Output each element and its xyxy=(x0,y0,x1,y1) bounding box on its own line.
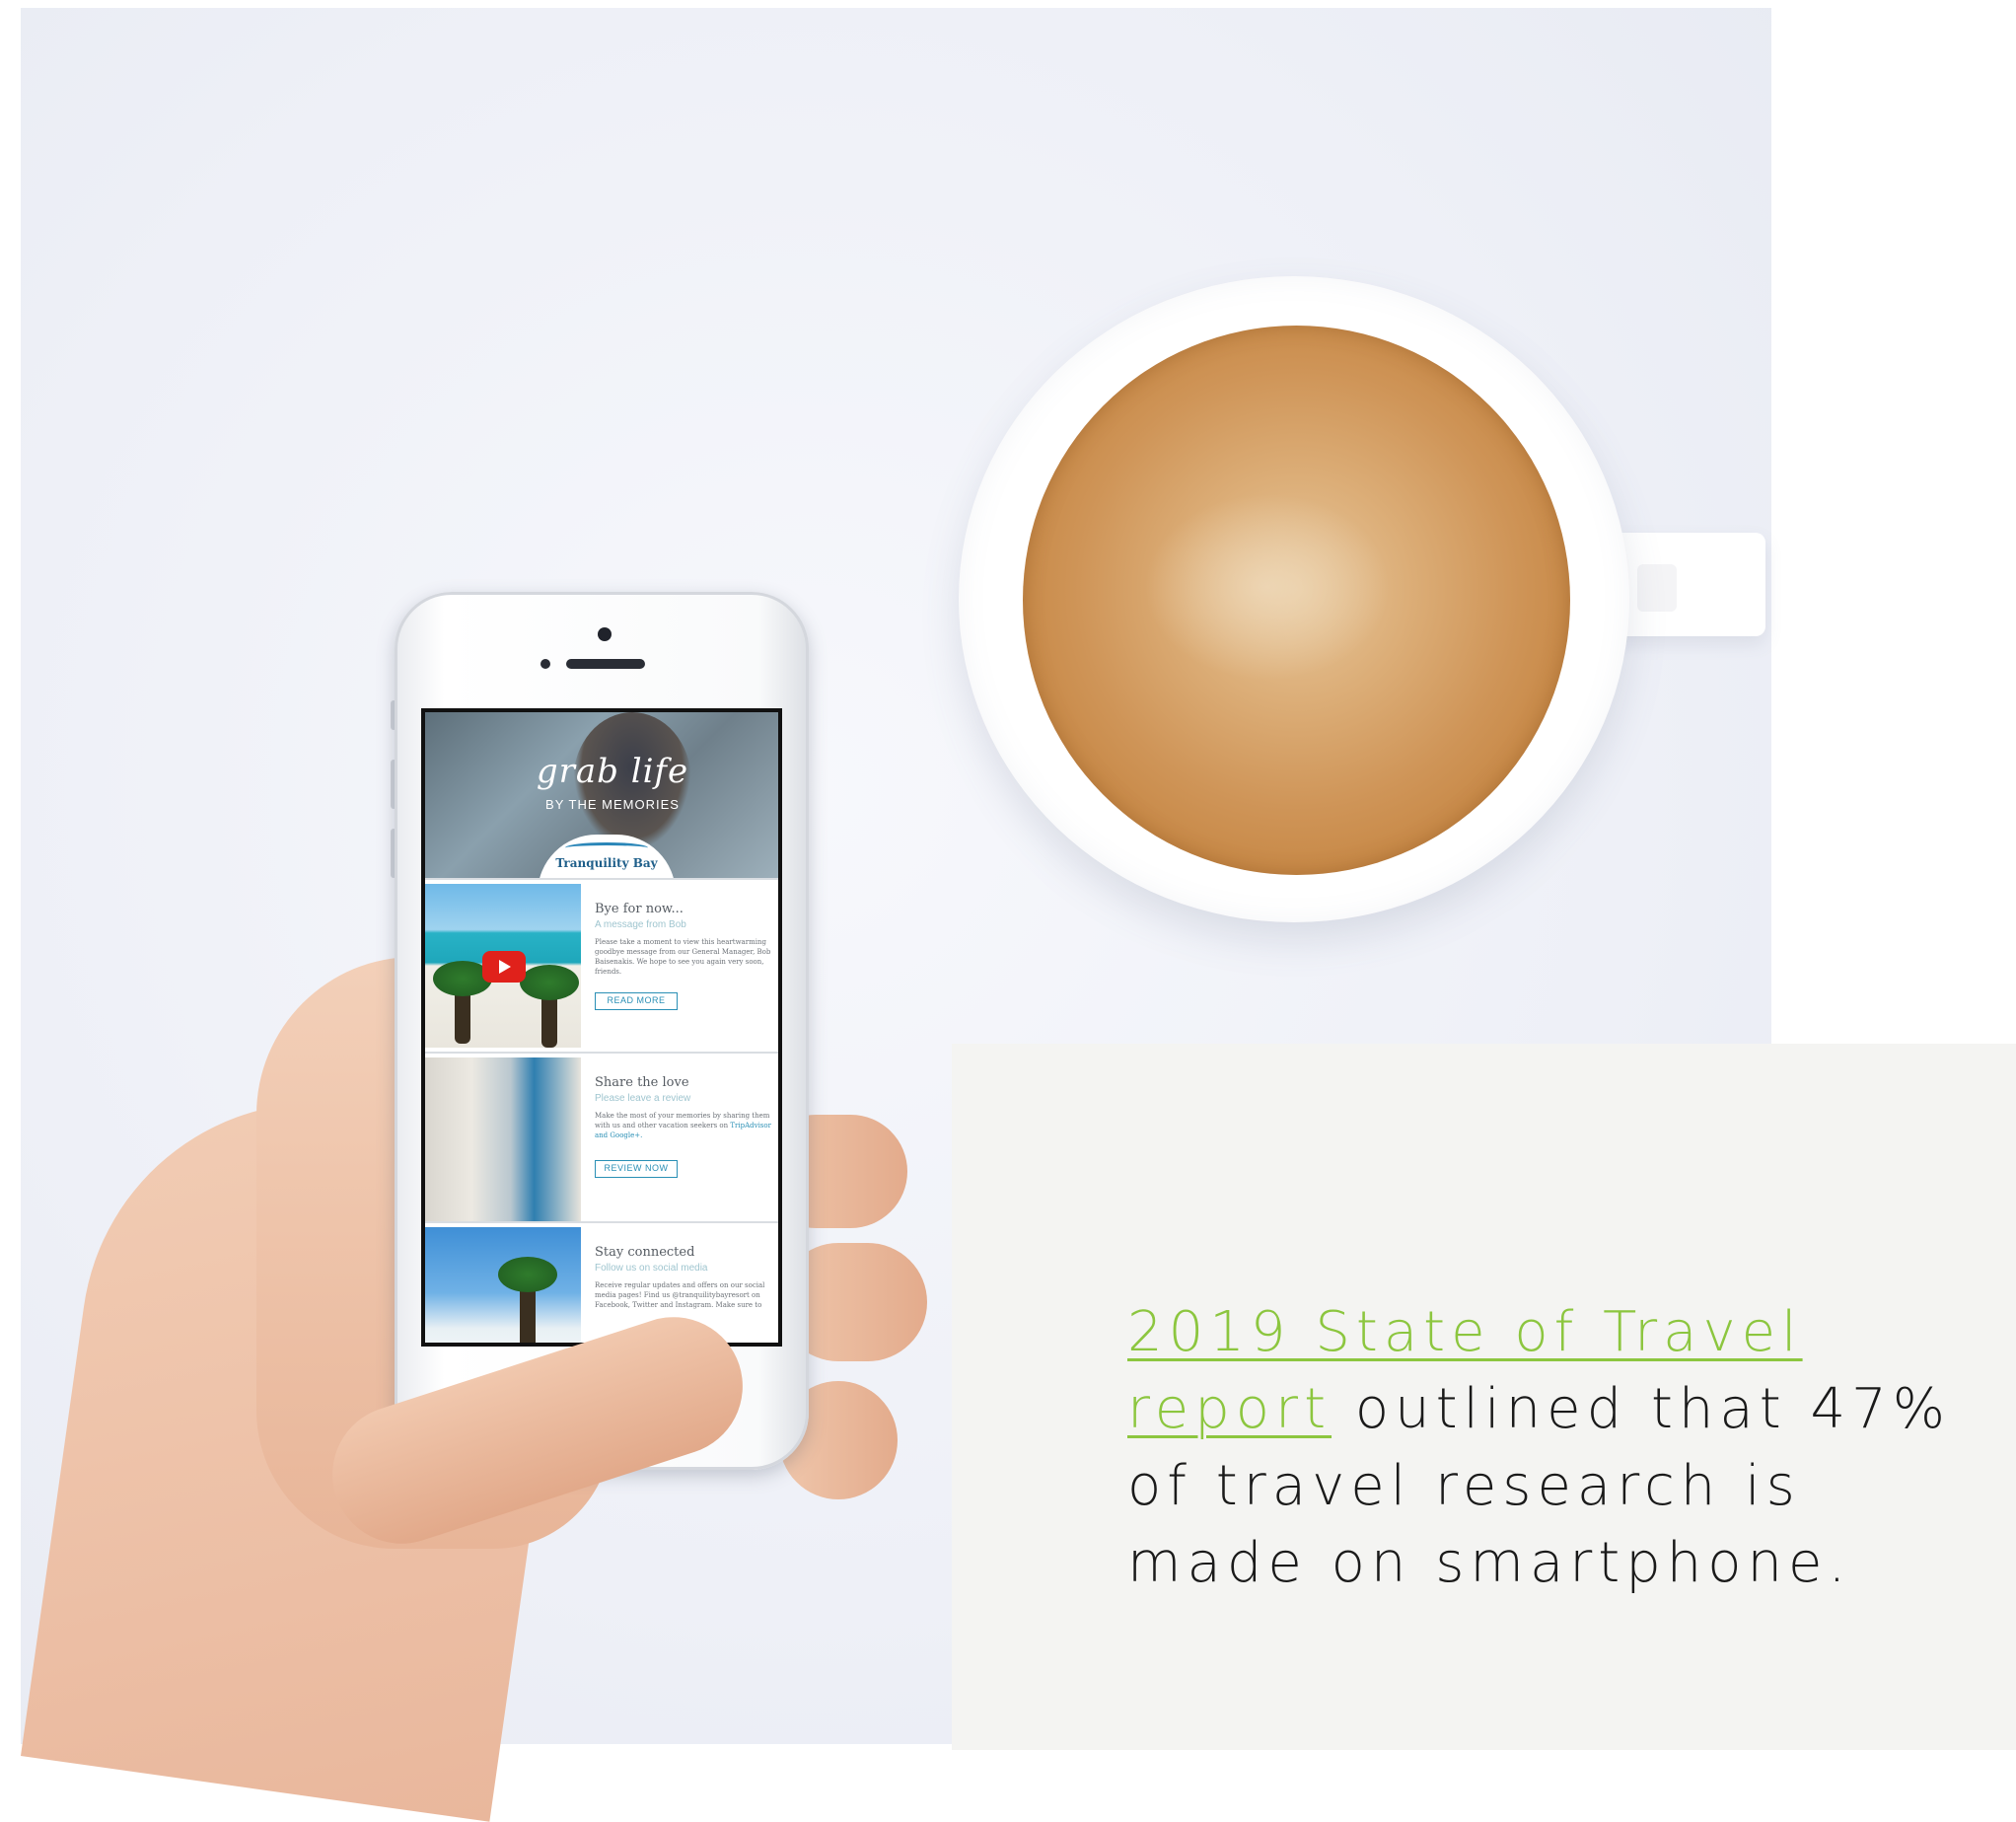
phone-screen[interactable]: grab life BY THE MEMORIES Tranquility Ba… xyxy=(421,708,782,1347)
email-hero-banner: grab life BY THE MEMORIES Tranquility Ba… xyxy=(425,712,778,878)
section-title: Share the love xyxy=(595,1075,689,1090)
earpiece-speaker xyxy=(566,659,645,669)
read-more-button[interactable]: READ MORE xyxy=(595,992,678,1010)
coffee-foam xyxy=(1144,493,1391,681)
email-section-social: Stay connected Follow us on social media… xyxy=(425,1221,778,1343)
section-title: Stay connected xyxy=(595,1245,695,1260)
resort-thumbnail[interactable] xyxy=(425,1227,581,1343)
palm-leaves xyxy=(520,965,579,1000)
section-title: Bye for now... xyxy=(595,902,684,916)
email-section-goodbye: Bye for now... A message from Bob Please… xyxy=(425,878,778,1048)
front-camera xyxy=(598,627,612,641)
section-body: Receive regular updates and offers on ou… xyxy=(595,1281,765,1309)
play-triangle-icon xyxy=(499,960,511,974)
section-body: Please take a moment to view this heartw… xyxy=(595,938,771,976)
hero-script-text: grab life xyxy=(536,752,689,791)
cup-handle-shadow xyxy=(1637,564,1677,612)
palm-leaves xyxy=(498,1257,557,1292)
hero-tagline: BY THE MEMORIES xyxy=(545,797,680,812)
section-subtitle: A message from Bob xyxy=(595,919,686,930)
review-now-button[interactable]: REVIEW NOW xyxy=(595,1160,678,1178)
section-subtitle: Please leave a review xyxy=(595,1093,691,1104)
section-subtitle: Follow us on social media xyxy=(595,1263,708,1274)
section-body: Make the most of your memories by sharin… xyxy=(595,1111,778,1140)
brand-name: Tranquility Bay xyxy=(555,856,658,870)
email-section-review: Share the love Please leave a review Mak… xyxy=(425,1052,778,1221)
beach-thumbnail[interactable] xyxy=(425,884,581,1048)
logo-wave-icon xyxy=(565,842,648,853)
proximity-sensor xyxy=(540,659,550,669)
caption-text: 2019 State of Travel report outlined tha… xyxy=(1127,1294,1976,1602)
room-thumbnail[interactable] xyxy=(425,1057,581,1221)
